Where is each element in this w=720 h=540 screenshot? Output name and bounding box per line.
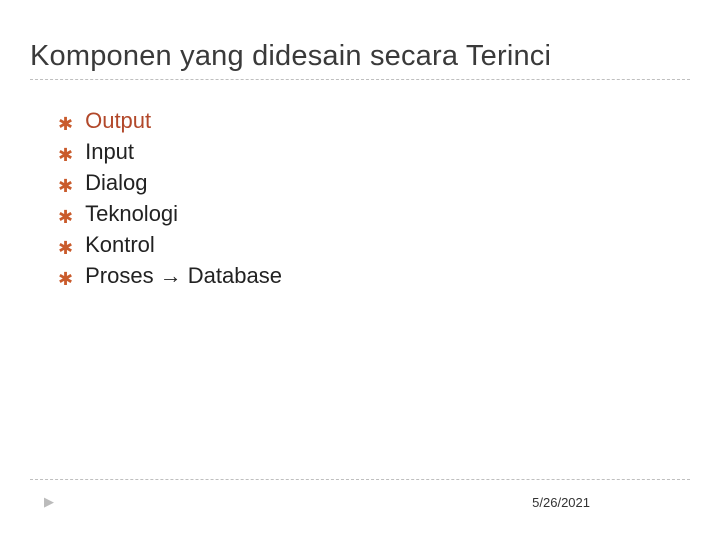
item-text: Proses → Database xyxy=(85,263,282,289)
list-item: ✱ Teknologi xyxy=(58,201,690,227)
footer: ▶ 5/26/2021 xyxy=(30,494,690,510)
list-item: ✱ Proses → Database xyxy=(58,263,690,289)
slide: Komponen yang didesain secara Terinci ✱ … xyxy=(0,0,720,540)
item-text: Dialog xyxy=(85,170,147,196)
item-text: Input xyxy=(85,139,134,165)
bullet-icon: ✱ xyxy=(58,146,73,164)
footer-marker-icon: ▶ xyxy=(44,494,54,510)
footer-date: 5/26/2021 xyxy=(532,495,590,510)
bullet-icon: ✱ xyxy=(58,177,73,195)
item-text: Teknologi xyxy=(85,201,178,227)
footer-divider xyxy=(30,479,690,480)
list-item: ✱ Kontrol xyxy=(58,232,690,258)
bullet-icon: ✱ xyxy=(58,115,73,133)
list-item: ✱ Input xyxy=(58,139,690,165)
slide-title: Komponen yang didesain secara Terinci xyxy=(30,40,690,73)
list-item: ✱ Dialog xyxy=(58,170,690,196)
bullet-icon: ✱ xyxy=(58,239,73,257)
item-text: Kontrol xyxy=(85,232,155,258)
title-divider xyxy=(30,79,690,80)
bullet-list: ✱ Output ✱ Input ✱ Dialog ✱ Teknologi ✱ … xyxy=(58,108,690,289)
item-text: Output xyxy=(85,108,151,134)
bullet-icon: ✱ xyxy=(58,270,73,288)
list-item: ✱ Output xyxy=(58,108,690,134)
bullet-icon: ✱ xyxy=(58,208,73,226)
